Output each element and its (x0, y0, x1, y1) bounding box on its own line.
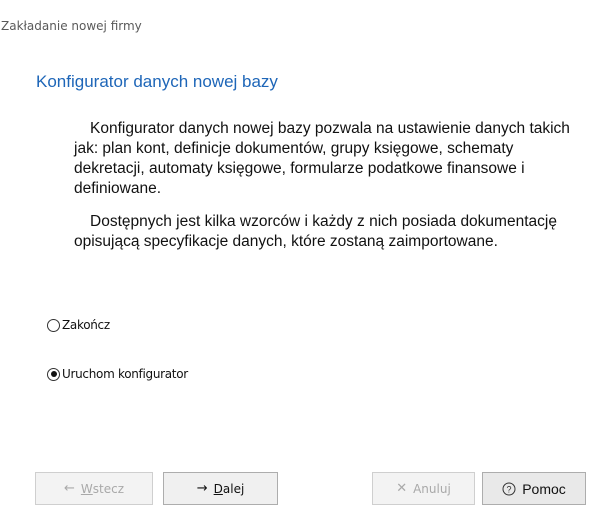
page-title: Konfigurator danych nowej bazy (36, 72, 278, 91)
arrow-right-icon: → (196, 481, 208, 496)
back-button-label: stecz (92, 481, 125, 496)
cancel-button-label: Anuluj (413, 481, 451, 496)
description-paragraph-1: Konfigurator danych nowej bazy pozwala n… (74, 119, 574, 199)
next-button-mnemonic: D (213, 481, 223, 496)
radio-finish[interactable]: Zakończ (47, 318, 110, 332)
cancel-button[interactable]: ✕ Anuluj (372, 472, 475, 505)
radio-checked-icon[interactable] (47, 367, 60, 381)
description-text-2: Dostępnych jest kilka wzorców i każdy z … (74, 213, 557, 250)
question-icon: ? (502, 482, 516, 496)
back-button[interactable]: ← Wstecz (35, 472, 153, 505)
next-button-label: alej (222, 481, 245, 496)
close-icon: ✕ (396, 481, 408, 496)
arrow-left-icon: ← (63, 481, 75, 496)
help-button-label: Pomoc (522, 480, 566, 497)
next-button[interactable]: → Dalej (163, 472, 278, 505)
radio-finish-label: Zakończ (62, 318, 110, 332)
description-paragraph-2: Dostępnych jest kilka wzorców i każdy z … (74, 212, 574, 252)
radio-launch-label: Uruchom konfigurator (62, 367, 188, 381)
back-button-mnemonic: W (80, 481, 93, 496)
radio-unchecked-icon[interactable] (47, 318, 60, 332)
svg-text:?: ? (507, 484, 512, 494)
description-text-1: Konfigurator danych nowej bazy pozwala n… (74, 120, 570, 197)
window-title: Zakładanie nowej firmy (1, 19, 142, 33)
help-button[interactable]: ? Pomoc (482, 472, 586, 505)
radio-launch-configurator[interactable]: Uruchom konfigurator (47, 367, 188, 381)
